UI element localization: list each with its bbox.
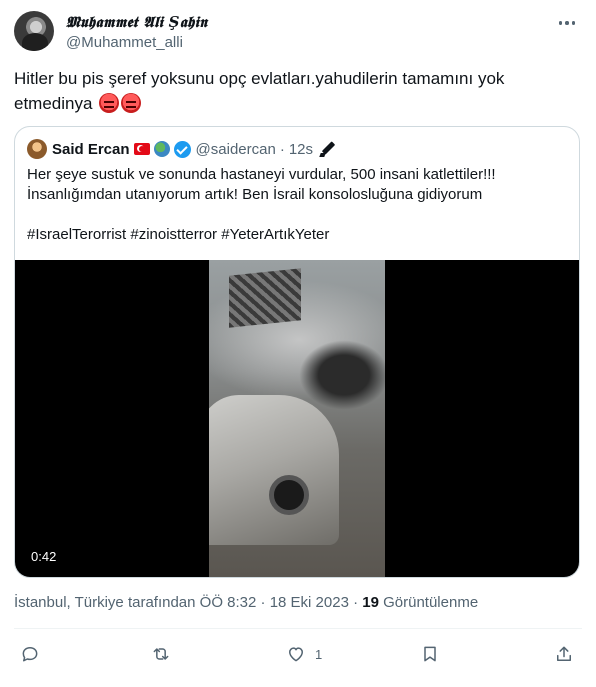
quoted-tweet-card[interactable]: Said Ercan @saidercan · 12s Her şeye sus… (14, 126, 580, 578)
quoted-author-avatar[interactable] (27, 139, 47, 159)
tweet-meta: İstanbul, Türkiye tarafından ÖÖ 8:32 · 1… (14, 594, 478, 611)
video-thumbnail (209, 260, 385, 577)
bookmark-icon (424, 646, 436, 662)
quoted-tweet-text: Her şeye sustuk ve sonunda hastaneyi vur… (27, 166, 496, 243)
separator-dot: · (279, 140, 285, 158)
tweet-body: Hitler bu pis şeref yoksunu opç evlatlar… (14, 69, 505, 113)
quoted-author-handle[interactable]: @saidercan (196, 141, 276, 158)
author-handle[interactable]: @Muhammet_alli (66, 34, 183, 51)
video-player[interactable]: 0:42 (15, 260, 579, 577)
verified-badge-icon (173, 140, 191, 158)
action-bar: 1 (14, 640, 584, 668)
quoted-tweet-header: Said Ercan @saidercan · 12s (27, 139, 337, 159)
video-car (209, 395, 339, 545)
quoted-timestamp[interactable]: 12s (289, 141, 313, 158)
author-display-name[interactable]: 𝕸𝖚𝖍𝖆𝖒𝖒𝖊𝖙 𝕬𝖑𝖎 Ş𝖆𝖍𝖎𝖓 (66, 13, 207, 31)
retweet-button[interactable] (151, 642, 171, 666)
location-time[interactable]: İstanbul, Türkiye tarafından ÖÖ 8:32 · 1… (14, 594, 358, 611)
heart-icon (289, 647, 303, 662)
reply-button[interactable] (20, 642, 40, 666)
retweet-icon (153, 648, 169, 660)
pencil-icon (319, 140, 337, 158)
tweet-header: 𝕸𝖚𝖍𝖆𝖒𝖒𝖊𝖙 𝕬𝖑𝖎 Ş𝖆𝖍𝖎𝖓 @Muhammet_alli (14, 10, 584, 56)
divider (14, 628, 582, 629)
like-button[interactable]: 1 (286, 642, 322, 666)
angry-face-emoji (99, 93, 120, 113)
video-debris (299, 340, 385, 410)
more-horizontal-icon[interactable] (554, 12, 580, 34)
tweet-text: Hitler bu pis şeref yoksunu opç evlatlar… (14, 66, 584, 116)
share-button[interactable] (554, 642, 574, 666)
globe-emoji (153, 141, 170, 157)
video-wheel (269, 475, 309, 515)
reply-icon (22, 647, 38, 662)
views-count: 19 (362, 594, 379, 611)
turkey-flag-emoji (133, 143, 150, 155)
quoted-author-name[interactable]: Said Ercan (52, 141, 130, 158)
share-icon (557, 646, 571, 661)
bookmark-button[interactable] (420, 642, 440, 666)
like-count: 1 (315, 646, 323, 662)
views-label: Görüntülenme (383, 594, 479, 611)
author-avatar[interactable] (14, 11, 54, 51)
video-rubble (229, 268, 301, 328)
video-duration: 0:42 (27, 548, 61, 565)
cursing-face-emoji (121, 93, 142, 113)
